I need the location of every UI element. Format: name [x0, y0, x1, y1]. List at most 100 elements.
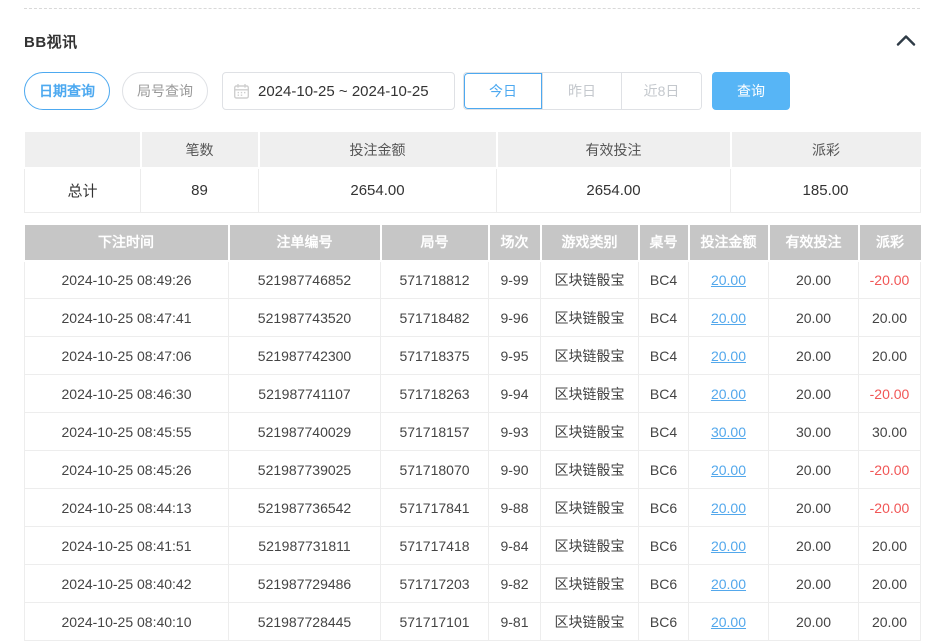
bet-time-cell: 2024-10-25 08:46:30 [25, 375, 229, 413]
bet-amount-cell: 20.00 [689, 375, 769, 413]
bet-amount-cell: 20.00 [689, 603, 769, 641]
quick-range-today[interactable]: 今日 [464, 73, 543, 109]
summary-total-bet-amount: 2654.00 [259, 168, 497, 212]
round-no-cell: 571718070 [381, 451, 489, 489]
table-no-cell: BC4 [639, 299, 689, 337]
bet-amount-cell: 20.00 [689, 527, 769, 565]
table-no-cell: BC6 [639, 527, 689, 565]
round-no-cell: 571718157 [381, 413, 489, 451]
bet-time-cell: 2024-10-25 08:41:51 [25, 527, 229, 565]
bet-amount-link[interactable]: 20.00 [711, 386, 746, 402]
game-type-cell: 区块链骰宝 [541, 451, 639, 489]
col-header-bet-amount: 投注金额 [689, 225, 769, 261]
summary-total-count: 89 [141, 168, 259, 212]
session-cell: 9-84 [489, 527, 541, 565]
col-header-payout: 派彩 [859, 225, 921, 261]
bet-time-cell: 2024-10-25 08:49:26 [25, 261, 229, 299]
valid-bet-cell: 20.00 [769, 603, 859, 641]
bet-amount-cell: 30.00 [689, 413, 769, 451]
quick-range-last8days[interactable]: 近8日 [622, 73, 701, 109]
order-no-cell: 521987741107 [229, 375, 381, 413]
round-no-cell: 571718482 [381, 299, 489, 337]
col-header-round-no: 局号 [381, 225, 489, 261]
session-cell: 9-81 [489, 603, 541, 641]
summary-header-payout: 派彩 [731, 132, 921, 168]
order-no-cell: 521987736542 [229, 489, 381, 527]
bet-time-cell: 2024-10-25 08:47:06 [25, 337, 229, 375]
session-cell: 9-94 [489, 375, 541, 413]
bet-amount-link[interactable]: 20.00 [711, 538, 746, 554]
bet-amount-link[interactable]: 20.00 [711, 576, 746, 592]
session-cell: 9-95 [489, 337, 541, 375]
bet-amount-cell: 20.00 [689, 451, 769, 489]
order-no-cell: 521987728445 [229, 603, 381, 641]
bet-time-cell: 2024-10-25 08:40:10 [25, 603, 229, 641]
order-no-cell: 521987739025 [229, 451, 381, 489]
table-no-cell: BC6 [639, 489, 689, 527]
payout-cell: -20.00 [859, 451, 921, 489]
summary-total-valid-bet: 2654.00 [497, 168, 731, 212]
table-row: 2024-10-25 08:45:26521987739025571718070… [25, 451, 921, 489]
bet-amount-link[interactable]: 20.00 [711, 348, 746, 364]
valid-bet-cell: 20.00 [769, 337, 859, 375]
calendar-icon [233, 83, 250, 100]
col-header-table-no: 桌号 [639, 225, 689, 261]
bet-amount-cell: 20.00 [689, 565, 769, 603]
round-query-tab[interactable]: 局号查询 [122, 72, 208, 110]
table-row: 2024-10-25 08:40:10521987728445571717101… [25, 603, 921, 641]
summary-header-bet-amount: 投注金额 [259, 132, 497, 168]
bet-time-cell: 2024-10-25 08:44:13 [25, 489, 229, 527]
bet-time-cell: 2024-10-25 08:47:41 [25, 299, 229, 337]
table-no-cell: BC4 [639, 375, 689, 413]
payout-cell: 20.00 [859, 565, 921, 603]
col-header-order-no: 注单编号 [229, 225, 381, 261]
table-row: 2024-10-25 08:47:41521987743520571718482… [25, 299, 921, 337]
game-type-cell: 区块链骰宝 [541, 299, 639, 337]
bet-amount-link[interactable]: 30.00 [711, 424, 746, 440]
filter-bar: 日期查询 局号查询 2024-10-25 ~ 2024-10-25 今日 [24, 72, 920, 110]
valid-bet-cell: 20.00 [769, 489, 859, 527]
date-query-tab[interactable]: 日期查询 [24, 72, 110, 110]
order-no-cell: 521987740029 [229, 413, 381, 451]
table-no-cell: BC4 [639, 261, 689, 299]
payout-cell: 20.00 [859, 337, 921, 375]
bet-time-cell: 2024-10-25 08:45:26 [25, 451, 229, 489]
payout-cell: -20.00 [859, 261, 921, 299]
payout-cell: -20.00 [859, 375, 921, 413]
collapse-button[interactable] [894, 32, 918, 51]
quick-range-yesterday[interactable]: 昨日 [543, 73, 622, 109]
summary-header-empty [25, 132, 141, 168]
payout-cell: 20.00 [859, 603, 921, 641]
table-no-cell: BC4 [639, 413, 689, 451]
table-no-cell: BC6 [639, 451, 689, 489]
records-table: 下注时间 注单编号 局号 场次 游戏类别 桌号 投注金额 有效投注 派彩 202… [24, 225, 921, 641]
bet-amount-cell: 20.00 [689, 261, 769, 299]
round-no-cell: 571717101 [381, 603, 489, 641]
table-row: 2024-10-25 08:45:55521987740029571718157… [25, 413, 921, 451]
valid-bet-cell: 20.00 [769, 261, 859, 299]
round-no-cell: 571718812 [381, 261, 489, 299]
bet-amount-link[interactable]: 20.00 [711, 614, 746, 630]
round-no-cell: 571717418 [381, 527, 489, 565]
bet-amount-link[interactable]: 20.00 [711, 272, 746, 288]
order-no-cell: 521987743520 [229, 299, 381, 337]
order-no-cell: 521987742300 [229, 337, 381, 375]
table-no-cell: BC6 [639, 565, 689, 603]
date-range-input[interactable]: 2024-10-25 ~ 2024-10-25 [222, 72, 455, 110]
order-no-cell: 521987731811 [229, 527, 381, 565]
bet-time-cell: 2024-10-25 08:40:42 [25, 565, 229, 603]
summary-header-count: 笔数 [141, 132, 259, 168]
query-button[interactable]: 查询 [712, 72, 790, 110]
round-no-cell: 571718263 [381, 375, 489, 413]
summary-total-label: 总计 [25, 168, 141, 212]
bet-amount-link[interactable]: 20.00 [711, 462, 746, 478]
col-header-valid-bet: 有效投注 [769, 225, 859, 261]
session-cell: 9-96 [489, 299, 541, 337]
bet-amount-link[interactable]: 20.00 [711, 500, 746, 516]
col-header-session: 场次 [489, 225, 541, 261]
bet-time-cell: 2024-10-25 08:45:55 [25, 413, 229, 451]
round-no-cell: 571717203 [381, 565, 489, 603]
session-cell: 9-99 [489, 261, 541, 299]
game-type-cell: 区块链骰宝 [541, 413, 639, 451]
bet-amount-link[interactable]: 20.00 [711, 310, 746, 326]
